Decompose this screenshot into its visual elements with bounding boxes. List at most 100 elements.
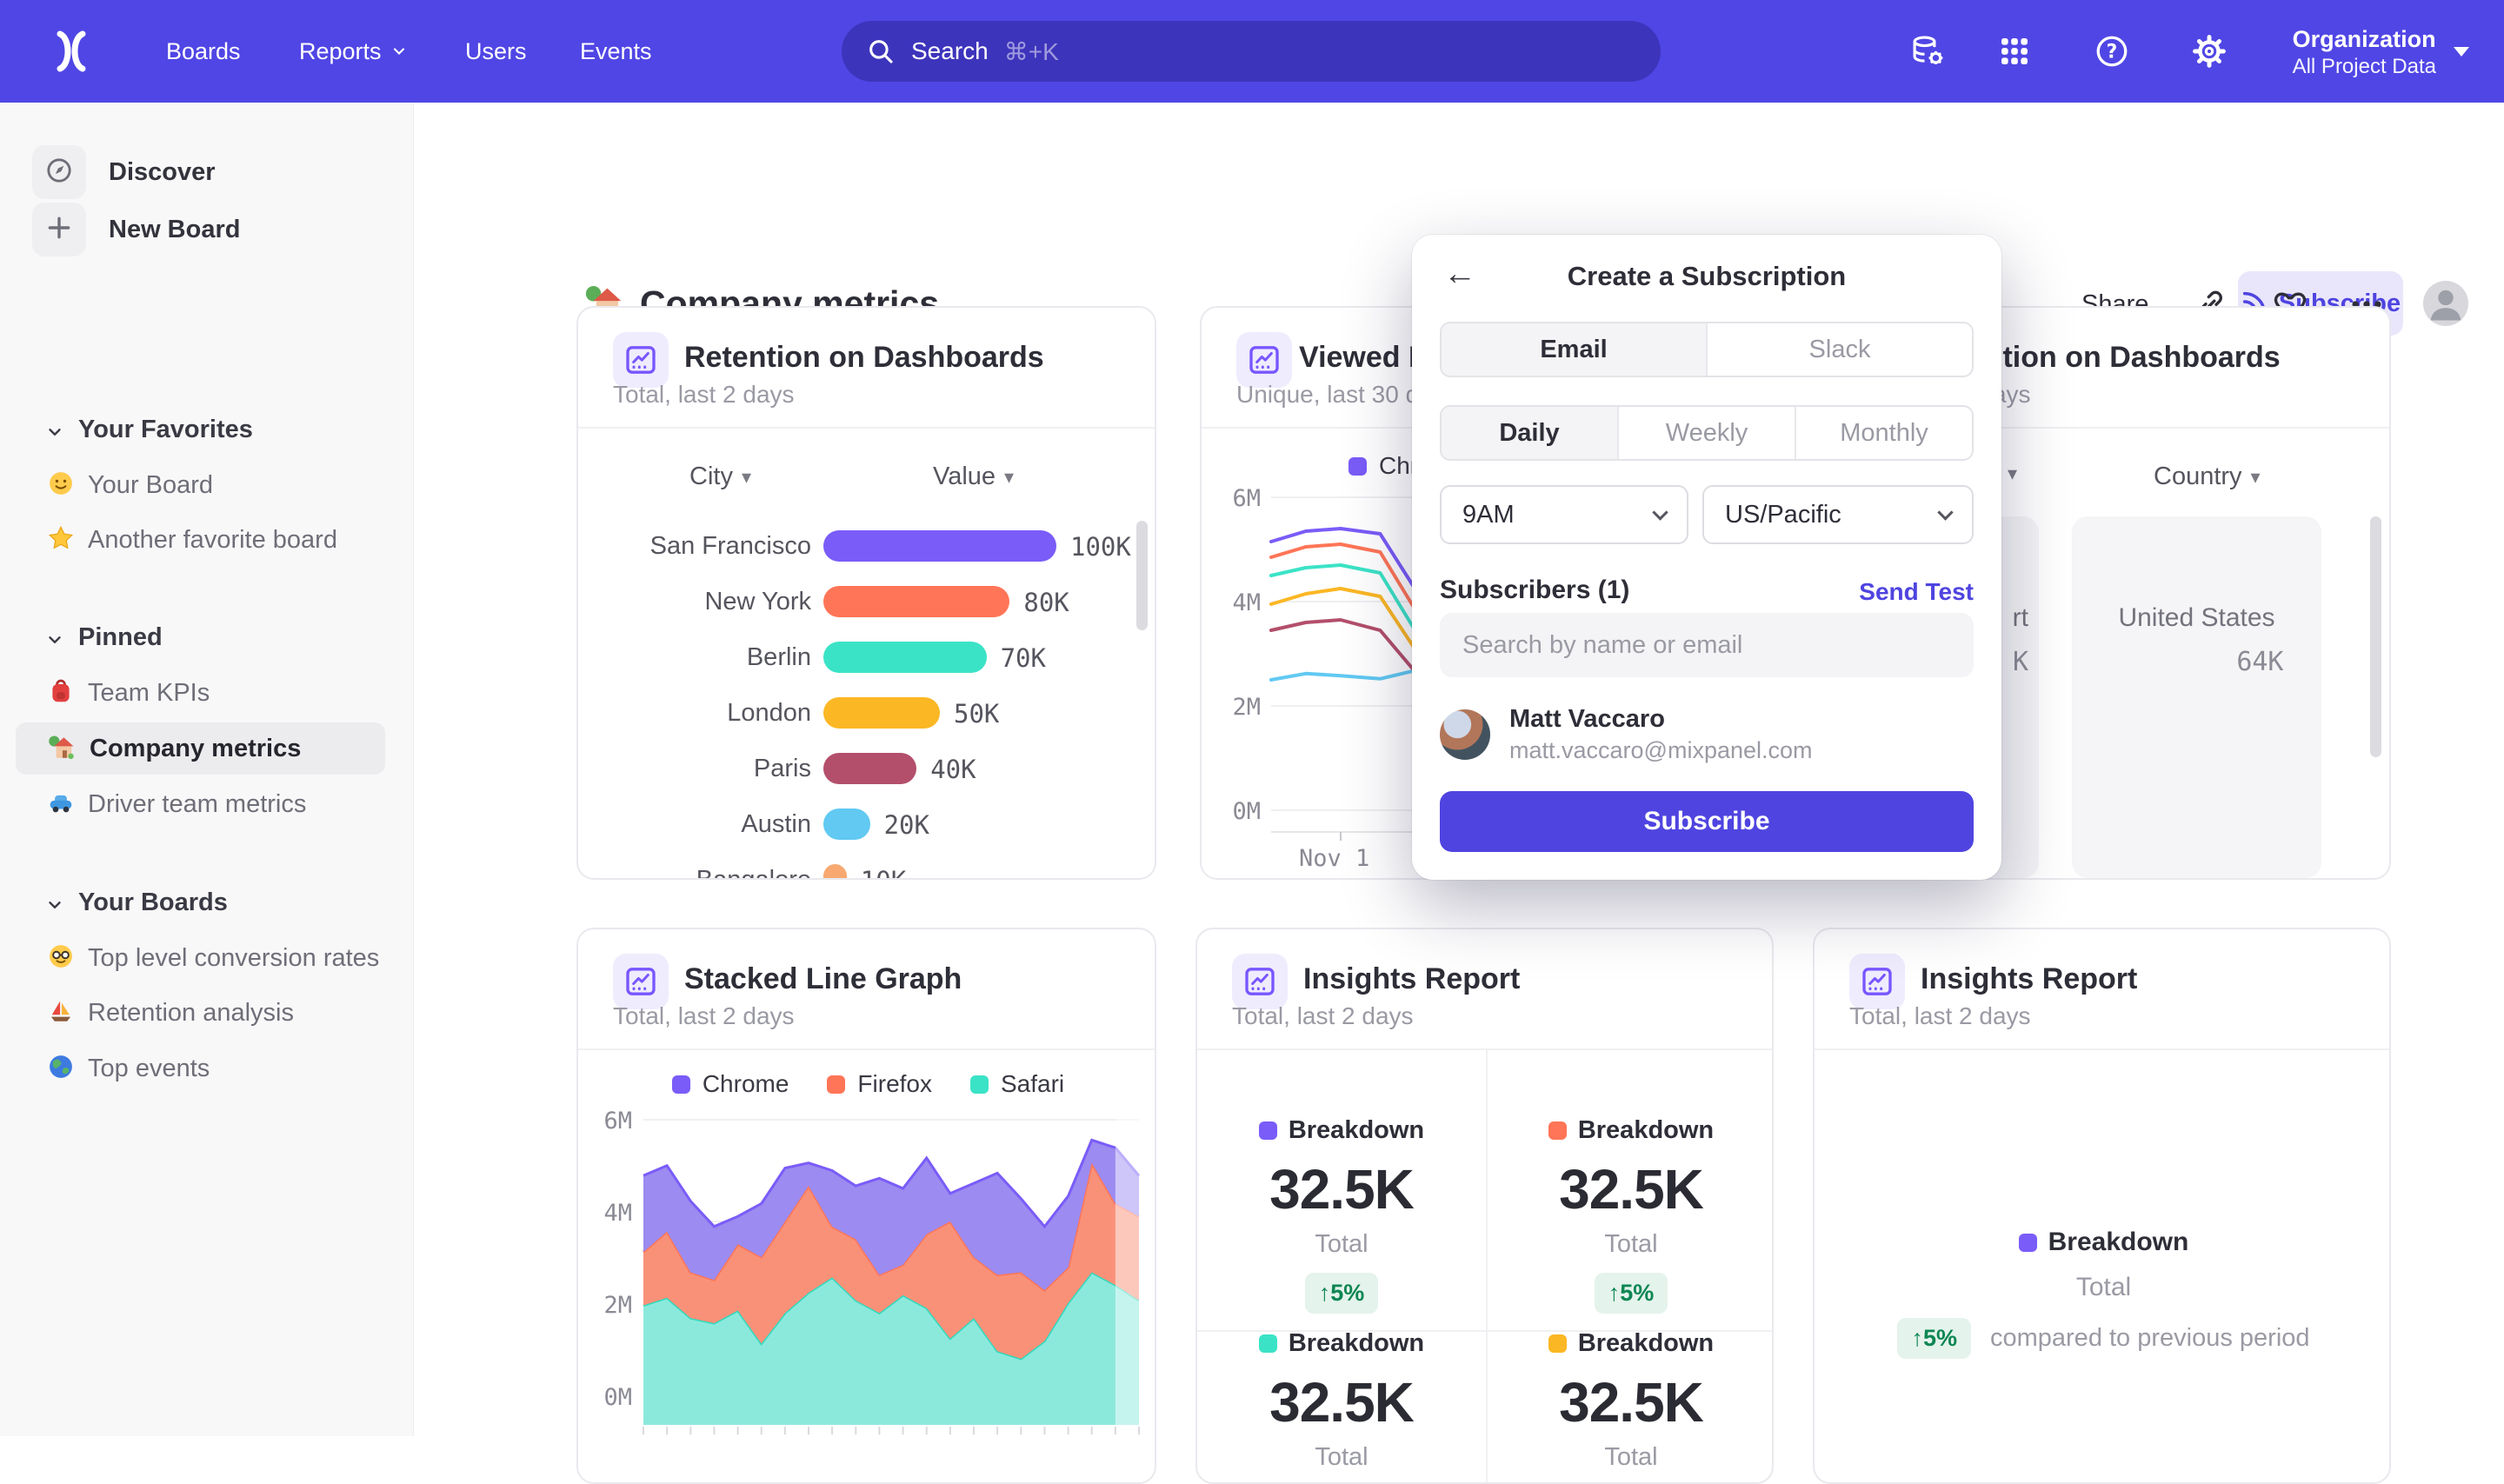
chevron-down-icon [45, 630, 59, 644]
sidebar-item-top-level-conversion-rates[interactable]: Top level conversion rates [16, 932, 385, 984]
bar [823, 753, 916, 784]
nav-link-boards[interactable]: Boards [166, 0, 241, 103]
caret-down-icon: ▾ [2251, 466, 2261, 489]
data-management-icon[interactable] [1909, 0, 1946, 103]
tab-monthly[interactable]: Monthly [1795, 407, 1972, 459]
caret-down-icon: ▾ [2008, 463, 2017, 485]
card-title[interactable]: Retention on Dashboards [684, 341, 1044, 375]
globe-emoji-icon [48, 1054, 74, 1084]
metric-cell[interactable]: Breakdown 32.5K Total ↑5% [1197, 1116, 1486, 1314]
nav-link-events[interactable]: Events [580, 0, 652, 103]
report-chart-icon [1849, 954, 1905, 1009]
subscriber-search-input[interactable] [1440, 613, 1974, 677]
mixpanel-logo[interactable] [45, 25, 97, 77]
send-test-link[interactable]: Send Test [1859, 578, 1974, 606]
report-chart-icon [1232, 954, 1288, 1009]
country-cell-united-states[interactable]: United States 64K [2072, 516, 2321, 878]
metric-cell[interactable]: Breakdown 32.5K Total ↑5% [1197, 1329, 1486, 1484]
table-row[interactable]: Austin 20K [578, 805, 1155, 845]
bar [823, 809, 870, 840]
sidebar-item-retention-analysis[interactable]: Retention analysis [16, 987, 385, 1039]
table-row[interactable]: Paris 40K [578, 749, 1155, 789]
legend-swatch [2019, 1234, 2037, 1252]
scrollbar[interactable] [2370, 516, 2381, 757]
legend-swatch [1548, 1121, 1567, 1140]
svg-text:?: ? [2107, 42, 2118, 63]
legend-swatch [1548, 1334, 1567, 1353]
smiley-emoji-icon [48, 470, 74, 501]
bar [823, 642, 987, 673]
table-row[interactable]: Bangalore 10K [578, 861, 1155, 880]
modal-subscribe-button[interactable]: Subscribe [1440, 791, 1974, 852]
card-subtitle: Total, last 2 days [613, 381, 795, 409]
metric-value: 32.5K [1197, 1370, 1486, 1434]
table-row[interactable]: London 50K [578, 694, 1155, 734]
tab-slack[interactable]: Slack [1706, 323, 1972, 376]
subscribers-label: Subscribers (1) [1440, 576, 1629, 605]
sidebar-item-company-metrics[interactable]: Company metrics [16, 722, 385, 775]
legend-swatch [1259, 1334, 1277, 1353]
tab-weekly[interactable]: Weekly [1617, 407, 1795, 459]
x-tick: Nov 1 [1299, 845, 1369, 872]
nerd-emoji-icon [48, 943, 74, 974]
timezone-select[interactable]: US/Pacific [1702, 485, 1974, 544]
chevron-down-icon [45, 423, 59, 436]
sidebar-item-team-kpis[interactable]: Team KPIs [16, 667, 385, 719]
modal-title: Create a Subscription [1412, 261, 2001, 292]
tab-email[interactable]: Email [1442, 323, 1706, 376]
card-insights-report-grid: Insights Report Total, last 2 days Break… [1195, 928, 1774, 1484]
settings-gear-icon[interactable] [2191, 0, 2228, 103]
sidebar-item-your-board[interactable]: Your Board [16, 459, 385, 511]
sidebar-section-your-boards[interactable]: Your Boards [0, 876, 414, 928]
sidebar-item-discover[interactable]: Discover [0, 141, 414, 203]
caret-down-icon: ▾ [742, 466, 751, 489]
table-row[interactable]: San Francisco 100K [578, 527, 1155, 567]
avatar[interactable] [2423, 281, 2468, 326]
card-insights-report-single: Insights Report Total, last 2 days Break… [1813, 928, 2391, 1484]
metric-cell[interactable]: Breakdown 32.5K Total ↑5% [1487, 1116, 1774, 1314]
metric-value: 32.5K [1487, 1370, 1774, 1434]
sidebar-item-new-board[interactable]: New Board [0, 198, 414, 261]
legend-swatch [1259, 1121, 1277, 1140]
sailboat-emoji-icon [48, 998, 74, 1028]
help-icon[interactable]: ? [2094, 0, 2130, 103]
card-title[interactable]: Insights Report [1921, 962, 2137, 996]
card-title[interactable]: Insights Report [1303, 962, 1520, 996]
org-switcher[interactable]: OrganizationAll Project Data [2293, 0, 2469, 103]
report-chart-icon [613, 332, 669, 388]
column-header-country[interactable]: Country▾ [2154, 463, 2261, 491]
subscriber-avatar [1440, 709, 1490, 760]
nav-link-reports[interactable]: Reports [299, 0, 408, 103]
bar [823, 864, 847, 880]
channel-tabs: Email Slack [1440, 322, 1974, 377]
card-retention-on-dashboards: Retention on Dashboards Total, last 2 da… [576, 306, 1156, 880]
sidebar-item-another-favorite-board[interactable]: Another favorite board [16, 514, 385, 566]
metric-summary[interactable]: Breakdown Total ↑5% compared to previous… [1815, 1228, 2391, 1359]
sidebar-item-top-events[interactable]: Top events [16, 1042, 385, 1095]
sidebar-section-pinned[interactable]: Pinned [0, 611, 414, 663]
subscriber-row[interactable]: Matt Vaccaro matt.vaccaro@mixpanel.com [1440, 707, 1974, 762]
nav-link-users[interactable]: Users [465, 0, 527, 103]
search-input[interactable]: Search ⌘+K [842, 21, 1661, 82]
frequency-tabs: Daily Weekly Monthly [1440, 405, 1974, 461]
apps-grid-icon[interactable] [1997, 0, 2032, 103]
scrollbar[interactable] [1136, 521, 1148, 630]
table-row[interactable]: New York 80K [578, 582, 1155, 622]
table-row[interactable]: Berlin 70K [578, 638, 1155, 678]
time-select[interactable]: 9AM [1440, 485, 1688, 544]
column-header-value[interactable]: Value▾ [933, 463, 1014, 491]
top-nav: Boards Reports Users Events Search ⌘+K ?… [0, 0, 2504, 103]
chevron-down-icon [1652, 504, 1668, 520]
tab-daily[interactable]: Daily [1442, 407, 1617, 459]
subscriber-name: Matt Vaccaro [1509, 705, 1813, 734]
house-emoji-icon [48, 733, 76, 765]
metric-cell[interactable]: Breakdown 32.5K Total ↑5% [1487, 1329, 1774, 1484]
delta-badge: ↑5% [1305, 1273, 1379, 1314]
star-emoji-icon [48, 525, 74, 556]
sidebar-item-driver-team-metrics[interactable]: Driver team metrics [16, 778, 385, 830]
column-header-hidden[interactable]: ▾ [2008, 463, 2017, 485]
bar [823, 586, 1009, 617]
sidebar-section-your-favorites[interactable]: Your Favorites [0, 403, 414, 456]
card-subtitle: Total, last 2 days [1232, 1002, 1414, 1030]
column-header-city[interactable]: City▾ [689, 463, 751, 491]
